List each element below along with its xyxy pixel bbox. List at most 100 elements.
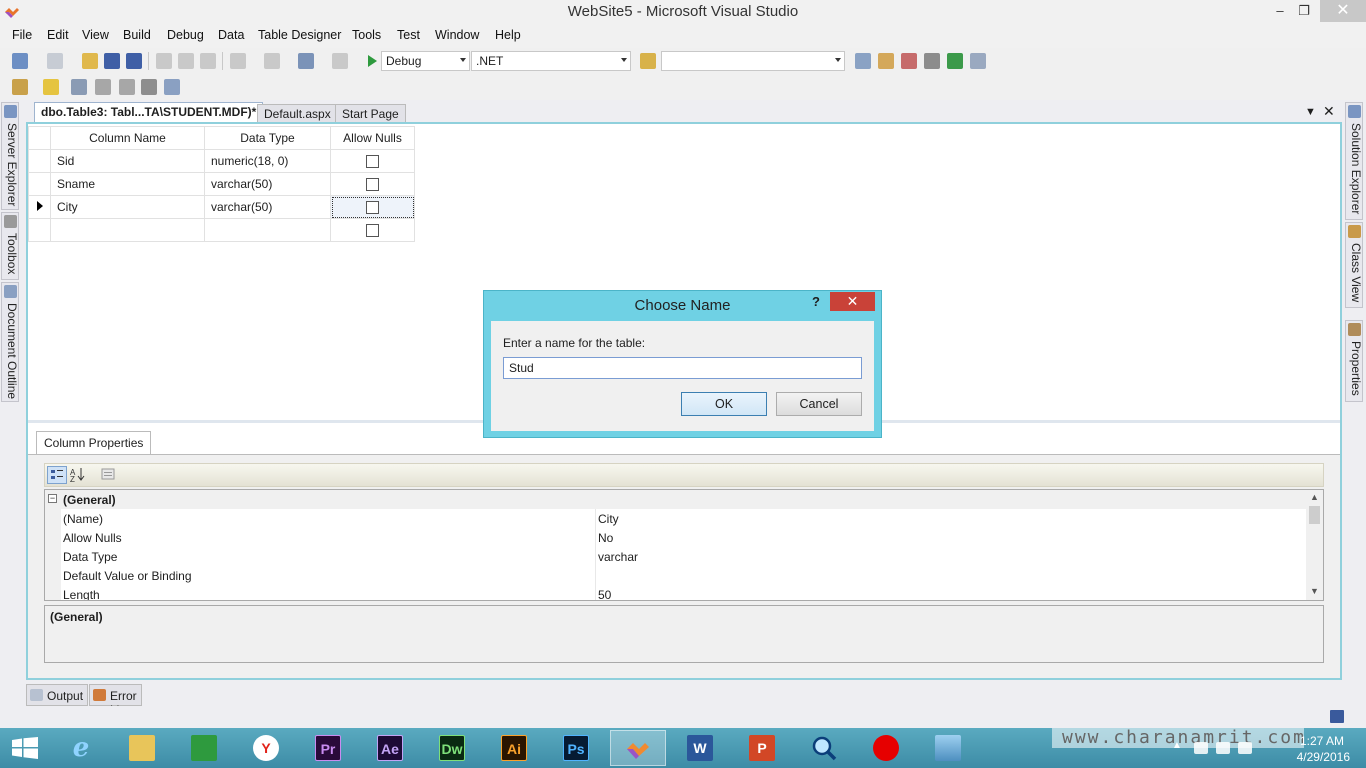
allow-nulls-checkbox[interactable] bbox=[366, 224, 379, 238]
row-selector[interactable] bbox=[28, 195, 51, 219]
taskbar-visual-studio[interactable] bbox=[610, 730, 666, 766]
volume-icon[interactable] bbox=[1238, 742, 1252, 754]
allow-nulls-checkbox[interactable] bbox=[366, 155, 379, 169]
taskbar-internet-explorer[interactable]: e bbox=[54, 730, 110, 766]
action-center-icon[interactable] bbox=[1194, 742, 1208, 754]
data-type-cell[interactable]: numeric(18, 0) bbox=[204, 149, 331, 173]
table-name-input[interactable]: Stud bbox=[503, 357, 862, 379]
generate-change-script-icon[interactable] bbox=[12, 79, 28, 95]
properties-window-icon[interactable] bbox=[878, 53, 894, 69]
clock-date[interactable]: 4/29/2016 bbox=[1297, 750, 1350, 764]
tab-start-page[interactable]: Start Page bbox=[335, 104, 406, 122]
property-value[interactable]: City bbox=[598, 512, 619, 526]
table-row[interactable]: Sname varchar(50) bbox=[28, 172, 415, 196]
navigate-forward-icon[interactable] bbox=[332, 53, 348, 69]
menu-test[interactable]: Test bbox=[397, 28, 420, 42]
property-row[interactable]: Allow Nulls No bbox=[45, 528, 1307, 547]
taskbar-photos[interactable] bbox=[921, 730, 977, 766]
allow-nulls-cell[interactable] bbox=[330, 149, 415, 173]
find-combo[interactable] bbox=[661, 51, 845, 71]
data-type-cell[interactable]: varchar(50) bbox=[204, 172, 331, 196]
toolbox-tab[interactable]: Toolbox bbox=[1, 212, 19, 280]
cut-icon[interactable] bbox=[156, 53, 172, 69]
platform-dropdown[interactable]: .NET bbox=[471, 51, 631, 71]
xml-indexes-icon[interactable] bbox=[141, 79, 157, 95]
property-value[interactable]: 50 bbox=[598, 588, 611, 600]
column-name-cell[interactable] bbox=[50, 218, 205, 242]
restore-button[interactable]: ❐ bbox=[1291, 0, 1317, 22]
property-row[interactable]: Data Type varchar bbox=[45, 547, 1307, 566]
solution-configuration-dropdown[interactable]: Debug bbox=[381, 51, 470, 71]
start-page-icon[interactable] bbox=[947, 53, 963, 69]
solution-explorer-icon[interactable] bbox=[855, 53, 871, 69]
property-row[interactable]: (Name) City bbox=[45, 509, 1307, 528]
server-explorer-tab[interactable]: Server Explorer bbox=[1, 102, 19, 210]
object-browser-icon[interactable] bbox=[901, 53, 917, 69]
data-type-cell[interactable] bbox=[204, 218, 331, 242]
property-grid-scrollbar[interactable]: ▲ ▼ bbox=[1306, 490, 1323, 600]
menu-file[interactable]: File bbox=[12, 28, 32, 42]
tab-default-aspx[interactable]: Default.aspx bbox=[257, 104, 338, 122]
menu-view[interactable]: View bbox=[82, 28, 109, 42]
network-icon[interactable] bbox=[1216, 742, 1230, 754]
taskbar-store[interactable] bbox=[177, 730, 233, 766]
add-item-icon[interactable] bbox=[47, 53, 63, 69]
start-button[interactable] bbox=[0, 730, 56, 766]
taskbar-search[interactable] bbox=[797, 730, 853, 766]
row-selector[interactable] bbox=[28, 172, 51, 196]
solution-explorer-tab[interactable]: Solution Explorer bbox=[1345, 102, 1363, 220]
save-all-icon[interactable] bbox=[126, 53, 142, 69]
property-row[interactable]: Default Value or Binding bbox=[45, 566, 1307, 585]
save-icon[interactable] bbox=[104, 53, 120, 69]
tab-list-dropdown-icon[interactable]: ▼ bbox=[1305, 106, 1316, 118]
properties-tab[interactable]: Properties bbox=[1345, 320, 1363, 402]
new-project-icon[interactable] bbox=[12, 53, 28, 69]
tab-column-properties[interactable]: Column Properties bbox=[36, 431, 152, 455]
taskbar-after-effects[interactable]: Ae bbox=[363, 730, 419, 766]
tab-error-list[interactable]: Error List bbox=[89, 684, 142, 717]
property-pages-icon[interactable] bbox=[99, 466, 119, 484]
minimize-button[interactable]: ‒ bbox=[1267, 0, 1293, 22]
menu-help[interactable]: Help bbox=[495, 28, 521, 42]
property-row[interactable]: Length 50 bbox=[45, 585, 1307, 600]
column-name-cell[interactable]: Sname bbox=[50, 172, 205, 196]
navigate-backward-icon[interactable] bbox=[298, 53, 314, 69]
taskbar-file-explorer[interactable] bbox=[115, 730, 171, 766]
taskbar-vodafone[interactable] bbox=[859, 730, 915, 766]
open-file-icon[interactable] bbox=[82, 53, 98, 69]
row-selector[interactable] bbox=[28, 149, 51, 173]
taskbar-powerpoint[interactable]: P bbox=[735, 730, 791, 766]
help-button[interactable]: ? bbox=[812, 294, 820, 309]
toolbox-icon[interactable] bbox=[924, 53, 940, 69]
column-name-cell[interactable]: Sid bbox=[50, 149, 205, 173]
alphabetical-icon[interactable]: AZ bbox=[69, 466, 89, 484]
row-selector[interactable] bbox=[28, 218, 51, 242]
property-value[interactable]: varchar bbox=[598, 550, 638, 564]
find-in-files-icon[interactable] bbox=[640, 53, 656, 69]
allow-nulls-cell[interactable] bbox=[330, 218, 415, 242]
allow-nulls-cell[interactable] bbox=[330, 195, 415, 219]
paste-icon[interactable] bbox=[200, 53, 216, 69]
allow-nulls-cell[interactable] bbox=[330, 172, 415, 196]
taskbar-illustrator[interactable]: Ai bbox=[487, 730, 543, 766]
taskbar-photoshop[interactable]: Ps bbox=[549, 730, 605, 766]
taskbar-premiere[interactable]: Pr bbox=[301, 730, 357, 766]
indexes-icon[interactable] bbox=[95, 79, 111, 95]
relationships-icon[interactable] bbox=[71, 79, 87, 95]
clock-time[interactable]: 1:27 AM bbox=[1300, 734, 1344, 748]
copy-icon[interactable] bbox=[178, 53, 194, 69]
categorized-icon[interactable] bbox=[47, 466, 67, 484]
fulltext-index-icon[interactable] bbox=[119, 79, 135, 95]
menu-build[interactable]: Build bbox=[123, 28, 151, 42]
property-category-general[interactable]: − (General) bbox=[45, 490, 1307, 509]
class-view-tab[interactable]: Class View bbox=[1345, 222, 1363, 308]
collapse-icon[interactable]: − bbox=[48, 494, 57, 503]
check-constraints-icon[interactable] bbox=[164, 79, 180, 95]
menu-data[interactable]: Data bbox=[218, 28, 244, 42]
close-document-icon[interactable]: ✕ bbox=[1323, 103, 1335, 120]
scroll-down-icon[interactable]: ▼ bbox=[1310, 586, 1319, 596]
tab-output[interactable]: Output bbox=[26, 684, 89, 706]
start-debugging-icon[interactable] bbox=[364, 53, 380, 69]
menu-table-designer[interactable]: Table Designer bbox=[258, 28, 341, 42]
allow-nulls-checkbox[interactable] bbox=[366, 178, 379, 192]
